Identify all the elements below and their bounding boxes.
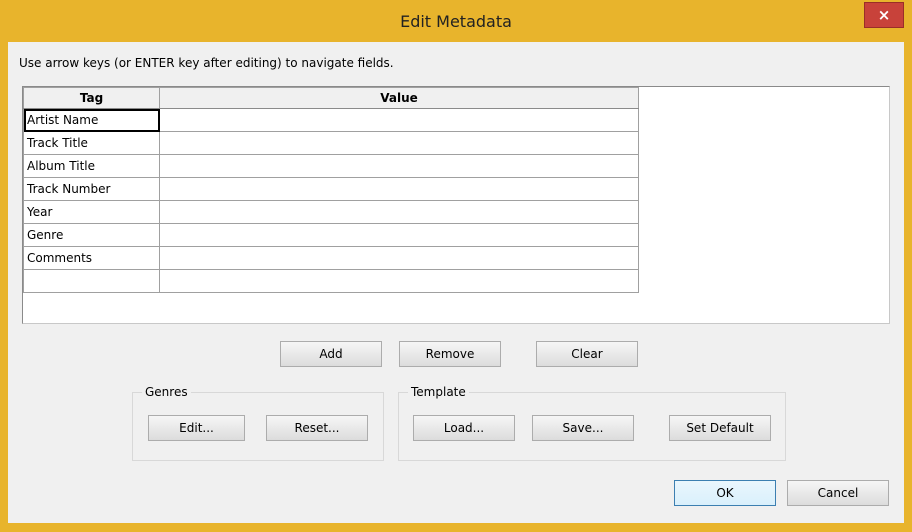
metadata-table: Tag Value Artist Name Track Title Album … (23, 87, 639, 293)
value-cell[interactable] (159, 177, 639, 201)
genres-reset-button[interactable]: Reset... (266, 415, 368, 441)
template-set-default-button[interactable]: Set Default (669, 415, 771, 441)
tag-cell[interactable]: Track Title (23, 131, 160, 155)
value-cell[interactable] (159, 246, 639, 270)
template-save-button[interactable]: Save... (532, 415, 634, 441)
table-row (23, 269, 639, 293)
window-title: Edit Metadata (400, 11, 512, 31)
table-row: Year (23, 200, 639, 224)
value-cell[interactable] (159, 269, 639, 293)
genres-group-label: Genres (142, 385, 191, 399)
value-cell[interactable] (159, 223, 639, 247)
template-load-button[interactable]: Load... (413, 415, 515, 441)
clear-button[interactable]: Clear (536, 341, 638, 367)
table-row: Track Number (23, 177, 639, 201)
tag-cell[interactable]: Artist Name (23, 108, 160, 132)
table-row: Artist Name (23, 108, 639, 132)
cancel-button[interactable]: Cancel (787, 480, 889, 506)
close-button[interactable]: × (864, 2, 904, 28)
window-title-bar: Edit Metadata (0, 0, 912, 42)
ok-button[interactable]: OK (674, 480, 776, 506)
tag-cell[interactable]: Year (23, 200, 160, 224)
genres-edit-button[interactable]: Edit... (148, 415, 245, 441)
value-cell[interactable] (159, 200, 639, 224)
metadata-grid[interactable]: Tag Value Artist Name Track Title Album … (22, 86, 890, 324)
tag-cell[interactable]: Genre (23, 223, 160, 247)
add-button[interactable]: Add (280, 341, 382, 367)
tag-cell[interactable]: Album Title (23, 154, 160, 178)
remove-button[interactable]: Remove (399, 341, 501, 367)
table-row: Track Title (23, 131, 639, 155)
table-row: Comments (23, 246, 639, 270)
value-cell[interactable] (159, 108, 639, 132)
template-group-label: Template (408, 385, 469, 399)
value-cell[interactable] (159, 131, 639, 155)
table-row: Genre (23, 223, 639, 247)
value-cell[interactable] (159, 154, 639, 178)
tag-cell[interactable]: Comments (23, 246, 160, 270)
tag-cell[interactable] (23, 269, 160, 293)
dialog-body: Use arrow keys (or ENTER key after editi… (8, 42, 904, 523)
column-header-value[interactable]: Value (159, 87, 639, 109)
close-icon: × (877, 6, 891, 24)
table-header-row: Tag Value (23, 87, 639, 109)
table-row: Album Title (23, 154, 639, 178)
tag-cell[interactable]: Track Number (23, 177, 160, 201)
column-header-tag[interactable]: Tag (23, 87, 160, 109)
navigation-hint: Use arrow keys (or ENTER key after editi… (19, 56, 394, 70)
